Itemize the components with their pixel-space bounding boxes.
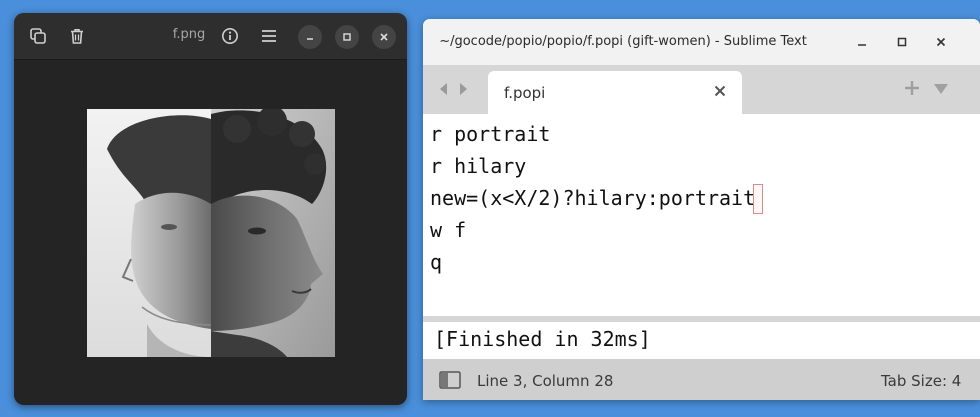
code-line[interactable]: r portrait xyxy=(430,121,550,147)
tab-label: f.popi xyxy=(504,84,546,102)
code-line[interactable]: w f xyxy=(430,217,466,243)
status-bar: Line 3, Column 28 Tab Size: 4 xyxy=(423,359,980,400)
new-tab-icon[interactable] xyxy=(904,80,920,96)
image-viewer-window: f.png xyxy=(14,13,407,405)
code-line[interactable]: r hilary xyxy=(430,153,526,179)
build-output-text: [Finished in 32ms] xyxy=(434,327,651,351)
cursor-position: Line 3, Column 28 xyxy=(477,372,614,390)
code-editor[interactable]: r portrait r hilary new=(x<X/2)?hilary:p… xyxy=(423,114,980,316)
menu-icon[interactable] xyxy=(257,24,281,48)
tab-close-icon[interactable] xyxy=(714,85,726,97)
text-cursor xyxy=(753,184,763,214)
tab-size-indicator[interactable]: Tab Size: 4 xyxy=(881,372,961,390)
copy-icon[interactable] xyxy=(26,24,50,48)
maximize-button[interactable] xyxy=(335,25,359,49)
tab-f-popi[interactable]: f.popi xyxy=(488,71,742,114)
window-title: ~/gocode/popio/popio/f.popi (gift-women)… xyxy=(439,34,807,49)
viewer-header-bar: f.png xyxy=(14,13,407,60)
composite-image xyxy=(87,109,335,357)
trash-icon[interactable] xyxy=(65,24,89,48)
window-titlebar: ~/gocode/popio/popio/f.popi (gift-women)… xyxy=(423,19,980,65)
minimize-button[interactable] xyxy=(298,25,322,49)
close-button[interactable] xyxy=(372,25,396,49)
close-button[interactable] xyxy=(932,33,950,51)
code-line[interactable]: q xyxy=(430,249,442,275)
info-icon[interactable] xyxy=(218,24,242,48)
sublime-text-window: ~/gocode/popio/popio/f.popi (gift-women)… xyxy=(423,19,980,400)
minimize-button[interactable] xyxy=(853,33,871,51)
sidebar-toggle-icon[interactable] xyxy=(439,371,461,389)
build-output-panel: [Finished in 32ms] xyxy=(427,322,962,357)
back-arrow-icon[interactable] xyxy=(437,81,449,97)
code-line[interactable]: new=(x<X/2)?hilary:portrait xyxy=(430,185,755,211)
tab-bar: f.popi xyxy=(423,65,980,114)
forward-arrow-icon[interactable] xyxy=(458,81,470,97)
portrait-composite-graphic xyxy=(87,109,335,357)
maximize-button[interactable] xyxy=(893,33,911,51)
tab-menu-chevron-icon[interactable] xyxy=(933,83,949,95)
